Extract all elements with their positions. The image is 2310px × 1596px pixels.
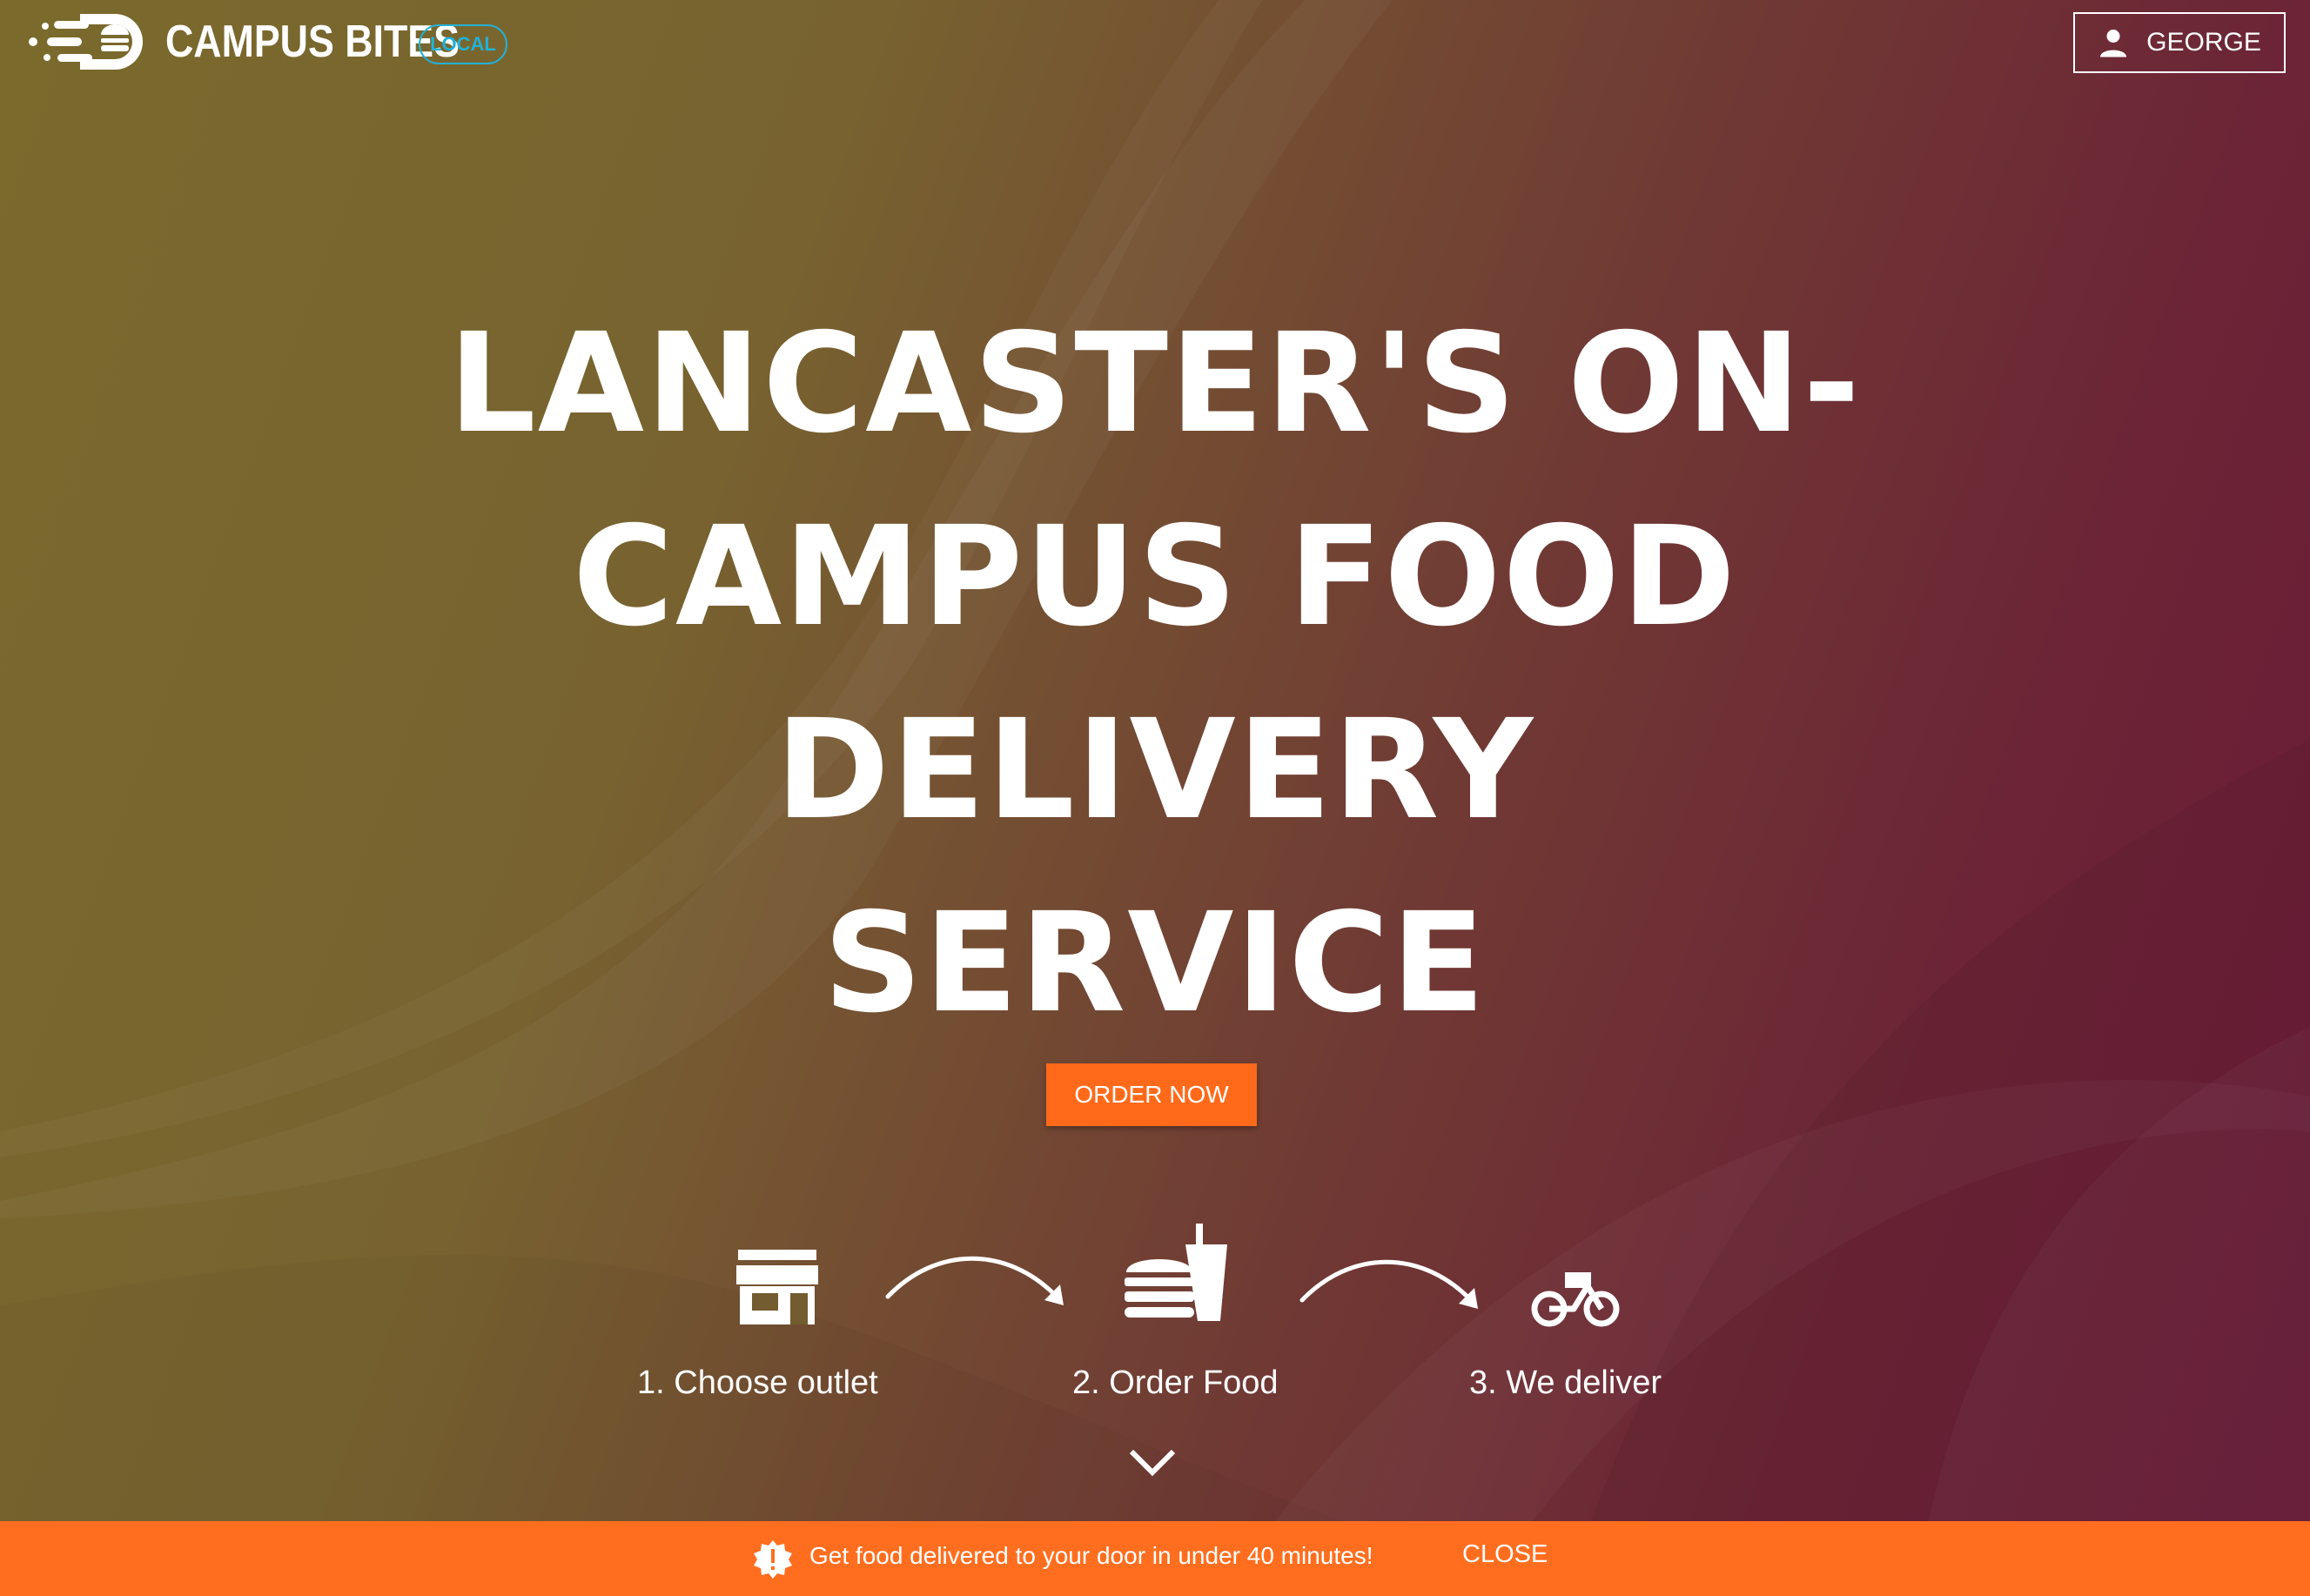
step-label: 1. Choose outlet: [637, 1365, 878, 1401]
close-button[interactable]: CLOSE: [1462, 1540, 1548, 1569]
burger-drink-icon: [1125, 1224, 1227, 1321]
hero-title: LANCASTER'S ON- CAMPUS FOOD DELIVERY SER…: [261, 287, 2049, 1060]
step-label: 2. Order Food: [1072, 1365, 1279, 1401]
order-now-button[interactable]: ORDER NOW: [1046, 1063, 1257, 1126]
user-icon: [2100, 30, 2127, 57]
top-bar: CAMPUS BITES LOCAL GEORGE: [0, 0, 2310, 84]
hero-title-line: DELIVERY: [775, 690, 1535, 850]
notification-banner: Get food delivered to your door in under…: [0, 1521, 2310, 1596]
step-label: 3. We deliver: [1469, 1365, 1662, 1401]
bike-icon: [1531, 1272, 1620, 1327]
alert-icon: [754, 1540, 792, 1579]
campus-bites-logo[interactable]: [28, 9, 151, 75]
hero-title-line: SERVICE: [823, 883, 1487, 1043]
arrow-icon: [1299, 1259, 1478, 1309]
chevron-down-icon[interactable]: [1128, 1446, 1177, 1478]
arrow-icon: [885, 1256, 1064, 1305]
hero-title-line: CAMPUS FOOD: [572, 497, 1738, 657]
brand-name[interactable]: CAMPUS BITES: [165, 16, 460, 68]
local-badge: LOCAL: [419, 24, 507, 64]
storefront-icon: [736, 1250, 818, 1324]
user-name: GEORGE: [2146, 28, 2261, 57]
user-account-button[interactable]: GEORGE: [2073, 12, 2286, 73]
banner-message: Get food delivered to your door in under…: [809, 1542, 1373, 1569]
hero-title-line: LANCASTER'S ON-: [448, 304, 1862, 464]
